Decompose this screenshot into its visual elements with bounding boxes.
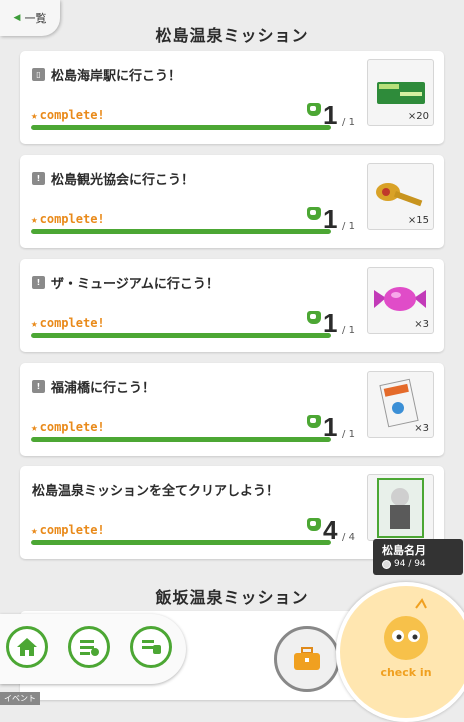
- character-mini-icon: [307, 207, 321, 220]
- reward-box[interactable]: [367, 474, 434, 541]
- character-points: 94 / 94: [394, 559, 426, 569]
- progress-bar: [31, 333, 331, 338]
- mission-card[interactable]: ! 松島観光協会に行こう！ ★ complete! 1 / 1 ×15: [20, 155, 444, 248]
- train-icon: ▯: [32, 68, 45, 81]
- section-title-matsushima: 松島温泉ミッション: [155, 26, 309, 45]
- mission-status: complete!: [39, 316, 105, 330]
- character-mini-icon: [307, 518, 321, 531]
- train-list-icon: [142, 640, 161, 654]
- reward-quantity: ×20: [407, 111, 429, 122]
- character-mini-icon: [307, 311, 321, 324]
- check-in-button[interactable]: check in: [336, 582, 464, 722]
- home-button[interactable]: [6, 626, 48, 668]
- briefcase-icon: [294, 647, 320, 670]
- star-icon: ★: [31, 316, 38, 330]
- mission-card[interactable]: ! ザ・ミュージアムに行こう！ ★ complete! 1 / 1 ×3: [20, 259, 444, 352]
- mission-list-button[interactable]: [68, 626, 110, 668]
- progress-count: 1: [323, 412, 338, 442]
- progress-total: 1: [348, 117, 355, 128]
- character-card-icon: [377, 478, 424, 538]
- list-icon: [80, 640, 99, 656]
- mission-status: complete!: [39, 523, 105, 537]
- progress-count: 4: [323, 515, 338, 545]
- check-in-face-icon: [384, 598, 428, 660]
- event-label: イベント: [0, 692, 40, 705]
- character-name: 松島名月: [382, 544, 426, 557]
- train-list-button[interactable]: [130, 626, 172, 668]
- character-mini-icon: [307, 103, 321, 116]
- progress-total: 1: [348, 325, 355, 336]
- mission-title: 松島温泉ミッションを全てクリアしよう！: [32, 484, 280, 499]
- progress-total: 1: [348, 221, 355, 232]
- star-icon: ★: [31, 108, 38, 122]
- points-icon: [382, 559, 391, 569]
- reward-box[interactable]: ×3: [367, 267, 434, 334]
- star-icon: ★: [31, 420, 38, 434]
- reward-box[interactable]: ×3: [367, 371, 434, 438]
- mission-status: complete!: [39, 212, 105, 226]
- progress-total: 1: [348, 429, 355, 440]
- mission-status: complete!: [39, 108, 105, 122]
- inventory-button[interactable]: [274, 626, 340, 692]
- reward-box[interactable]: ×20: [367, 59, 434, 126]
- walk-icon: !: [32, 276, 45, 289]
- progress-bar: [31, 540, 331, 545]
- progress-bar: [31, 125, 331, 130]
- progress-count: 1: [323, 100, 338, 130]
- mission-title: 松島観光協会に行こう！: [51, 173, 195, 188]
- progress-count: 1: [323, 204, 338, 234]
- character-mini-icon: [307, 415, 321, 428]
- mission-title: 福浦橋に行こう！: [51, 381, 156, 396]
- mission-card[interactable]: ! 福浦橋に行こう！ ★ complete! 1 / 1 ×3: [20, 363, 444, 456]
- progress-bar: [31, 437, 331, 442]
- star-icon: ★: [31, 212, 38, 226]
- check-in-label: check in: [380, 666, 432, 679]
- star-icon: ★: [31, 523, 38, 537]
- character-label: 松島名月 94 / 94: [373, 539, 463, 575]
- mission-title: ザ・ミュージアムに行こう！: [51, 277, 219, 292]
- reward-quantity: ×3: [414, 423, 429, 434]
- mission-card[interactable]: ▯ 松島海岸駅に行こう！ ★ complete! 1 / 1 ×20: [20, 51, 444, 144]
- home-icon: [17, 638, 37, 656]
- progress-bar: [31, 229, 331, 234]
- bottom-nav: イベント: [0, 612, 200, 705]
- walk-icon: !: [32, 380, 45, 393]
- progress-total: 4: [348, 532, 355, 543]
- mission-status: complete!: [39, 420, 105, 434]
- reward-box[interactable]: ×15: [367, 163, 434, 230]
- reward-quantity: ×3: [414, 319, 429, 330]
- reward-quantity: ×15: [407, 215, 429, 226]
- progress-count: 1: [323, 308, 338, 338]
- mission-title: 松島海岸駅に行こう！: [51, 69, 182, 84]
- walk-icon: !: [32, 172, 45, 185]
